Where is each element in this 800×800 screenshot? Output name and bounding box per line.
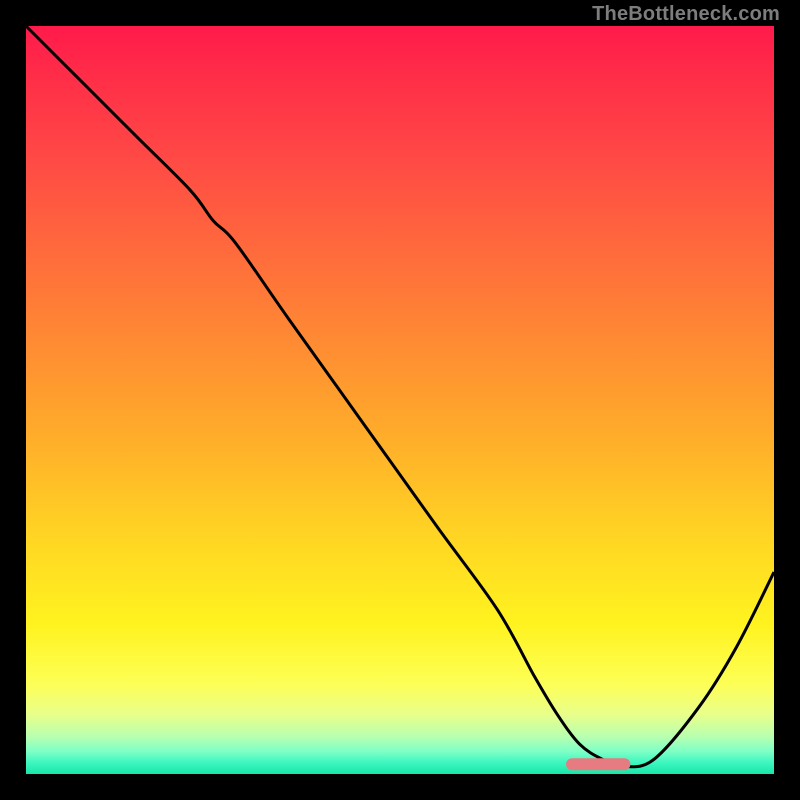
bottleneck-curve: [26, 26, 774, 767]
chart-frame: TheBottleneck.com: [0, 0, 800, 800]
watermark-text: TheBottleneck.com: [592, 3, 780, 26]
chart-svg: [26, 26, 774, 774]
